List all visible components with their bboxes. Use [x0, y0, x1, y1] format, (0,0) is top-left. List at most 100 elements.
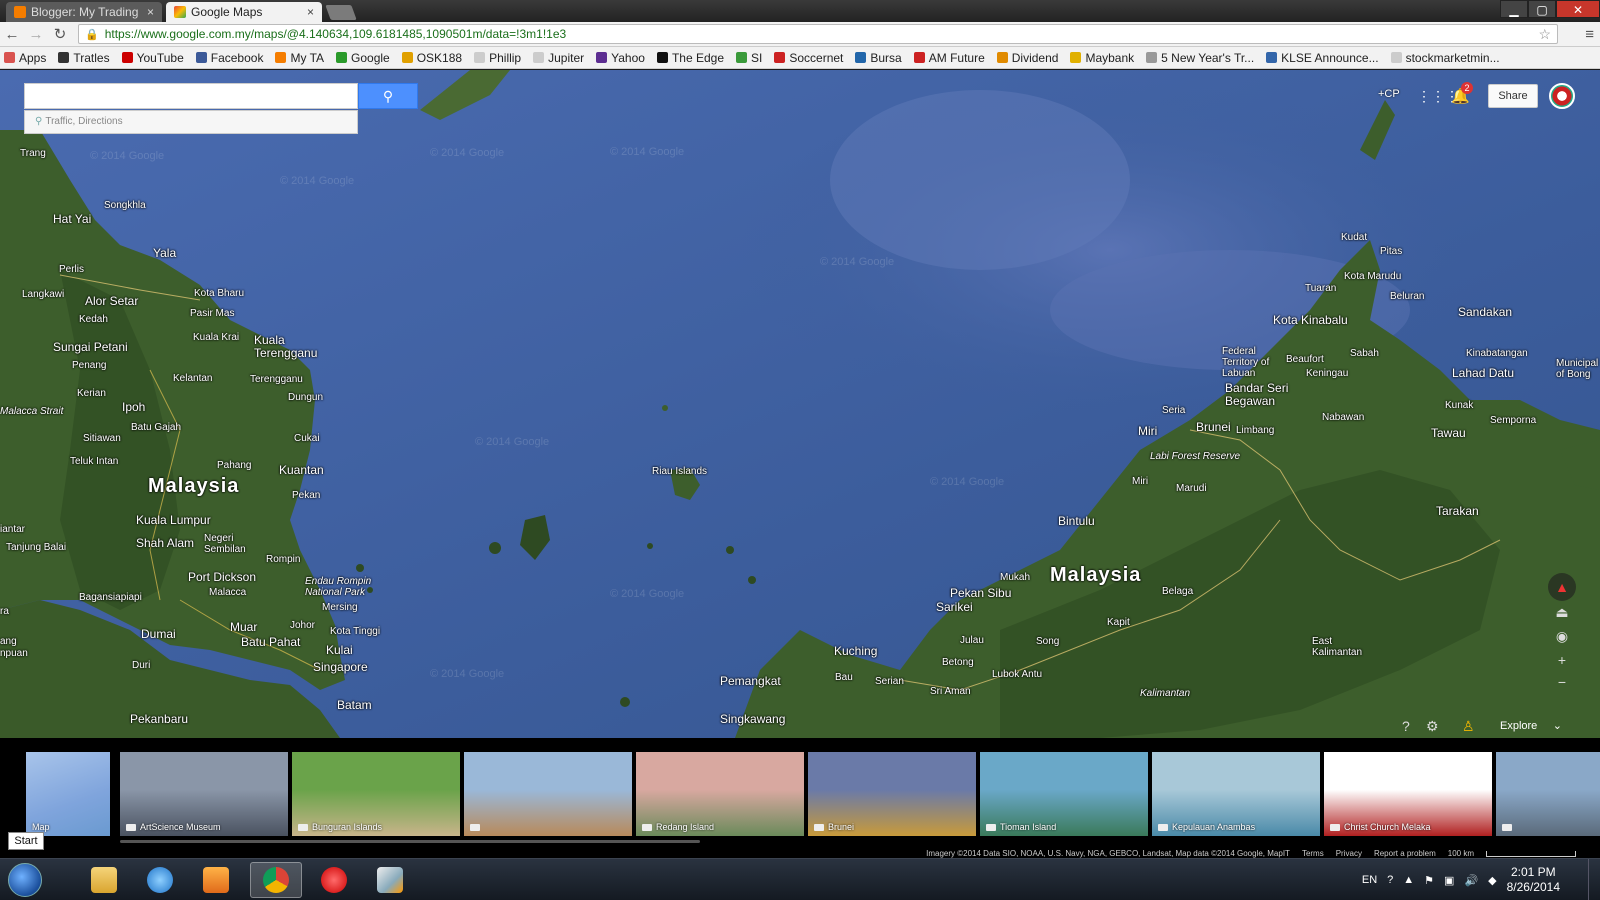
photo-thumbnail[interactable]: Brunei — [808, 752, 976, 836]
bookmark-item[interactable]: Phillip — [474, 51, 521, 65]
bookmark-item[interactable]: Tratles — [58, 51, 110, 65]
photo-thumbnail[interactable] — [1496, 752, 1600, 836]
satellite-map[interactable]: © 2014 Google © 2014 Google © 2014 Googl… — [0, 70, 1600, 738]
bookmark-item[interactable]: YouTube — [121, 51, 184, 65]
bookmark-item[interactable]: AM Future — [913, 50, 985, 65]
photo-thumbnail[interactable]: ArtScience Museum — [120, 752, 288, 836]
bookmark-item[interactable]: My TA — [275, 51, 324, 65]
report-problem-link[interactable]: Report a problem — [1374, 849, 1436, 858]
bookmark-label: Yahoo — [611, 50, 645, 65]
photo-thumbnail[interactable]: Christ Church Melaka — [1324, 752, 1492, 836]
search-input[interactable] — [25, 84, 357, 108]
bookmark-star-icon[interactable]: ☆ — [1538, 26, 1551, 43]
bookmark-item[interactable]: SI — [736, 51, 762, 65]
terms-link[interactable]: Terms — [1302, 849, 1324, 858]
start-button[interactable]: Start — [8, 832, 44, 850]
bookmark-item[interactable]: The Edge — [656, 51, 724, 65]
map-label: Negeri Sembilan — [204, 533, 246, 555]
windows-start-icon[interactable] — [8, 863, 42, 897]
bookmark-item[interactable]: Apps — [4, 51, 46, 65]
maximize-icon[interactable]: ▢ — [1528, 0, 1556, 18]
tab-blogger[interactable]: Blogger: My Trading × — [6, 2, 162, 22]
compass-icon[interactable]: ▲ — [1548, 573, 1576, 601]
user-profile-link[interactable]: +CP — [1378, 88, 1400, 100]
map-label: Bau — [835, 672, 853, 683]
share-button[interactable]: Share — [1488, 84, 1538, 108]
bookmark-item[interactable]: Jupiter — [533, 51, 584, 65]
help-icon[interactable]: ? — [1387, 874, 1393, 886]
bookmark-item[interactable]: Google — [336, 51, 390, 65]
bookmark-item[interactable]: Maybank — [1070, 51, 1134, 65]
flag-icon[interactable]: ⚑ — [1424, 874, 1434, 887]
bookmark-item[interactable]: Yahoo — [596, 51, 645, 65]
close-window-icon[interactable]: ✕ — [1556, 0, 1600, 18]
bookmark-favicon-icon — [336, 52, 348, 63]
reload-icon[interactable]: ↻ — [48, 25, 72, 43]
bookmark-item[interactable]: 5 New Year's Tr... — [1146, 51, 1254, 65]
country-label: Malaysia — [1050, 564, 1142, 586]
url-field[interactable]: 🔒 https://www.google.com.my/maps/@4.1406… — [78, 24, 1558, 44]
bookmark-item[interactable]: stockmarketmin... — [1390, 51, 1500, 65]
bookmark-item[interactable]: Bursa — [855, 51, 902, 65]
bookmark-item[interactable]: Dividend — [996, 51, 1058, 65]
photo-thumbnail[interactable] — [464, 752, 632, 836]
tab-google-maps[interactable]: Google Maps × — [166, 2, 322, 22]
network-icon[interactable]: ▣ — [1444, 874, 1454, 887]
map-label: Batam — [337, 698, 372, 712]
map-label: Kota Kinabalu — [1273, 313, 1348, 327]
close-icon[interactable]: × — [147, 5, 154, 19]
map-label: Sabah — [1350, 348, 1379, 359]
map-label: Federal Territory of Labuan — [1222, 346, 1270, 379]
forward-icon[interactable]: → — [24, 26, 48, 43]
help-icon[interactable]: ? — [1402, 718, 1410, 734]
my-location-icon[interactable]: ◉ — [1554, 628, 1570, 644]
minimize-icon[interactable]: ▁ — [1500, 0, 1528, 18]
zoom-out-icon[interactable]: − — [1554, 674, 1570, 690]
bookmark-item[interactable]: OSK188 — [401, 51, 462, 65]
close-icon[interactable]: × — [307, 5, 314, 19]
bookmark-item[interactable]: Facebook — [195, 50, 264, 65]
back-icon[interactable]: ← — [0, 26, 24, 43]
clock[interactable]: 2:01 PM 8/26/2014 — [1507, 865, 1560, 895]
new-tab-button[interactable] — [325, 5, 357, 20]
volume-icon[interactable]: 🔊 — [1464, 874, 1478, 887]
bookmark-favicon-icon — [474, 52, 486, 63]
tilt-icon[interactable]: ⏏ — [1554, 604, 1570, 620]
settings-gear-icon[interactable]: ⚙ — [1426, 718, 1439, 735]
map-thumbnail[interactable]: Map — [26, 752, 110, 836]
avatar[interactable] — [1549, 83, 1575, 109]
map-label: Singapore — [313, 660, 368, 674]
bookmarks-bar: Apps Tratles YouTube Facebook My TA Google OSK… — [0, 47, 1600, 69]
paint-taskbar-button[interactable] — [364, 862, 416, 898]
pegman-icon[interactable]: ♙ — [1462, 718, 1475, 735]
explore-toggle[interactable]: Explore ⌄ — [1488, 716, 1568, 736]
bookmark-item[interactable]: KLSE Announce... — [1266, 51, 1379, 65]
media-player-taskbar-button[interactable] — [190, 862, 242, 898]
language-indicator[interactable]: EN — [1362, 874, 1377, 886]
privacy-link[interactable]: Privacy — [1336, 849, 1362, 858]
zoom-in-icon[interactable]: + — [1554, 652, 1570, 668]
explorer-taskbar-button[interactable] — [78, 862, 130, 898]
photo-thumbnail[interactable]: Redang Island — [636, 752, 804, 836]
map-label: Shah Alam — [136, 536, 195, 550]
bookmark-item[interactable]: Soccernet — [774, 51, 843, 65]
show-hidden-icons-chevron-icon[interactable]: ▲ — [1403, 874, 1414, 886]
bookmark-label: Facebook — [210, 50, 264, 65]
photo-thumbnail[interactable]: Kepulauan Anambas — [1152, 752, 1320, 836]
photo-thumbnail[interactable]: Bunguran Islands — [292, 752, 460, 836]
ie-taskbar-button[interactable] — [134, 862, 186, 898]
chevron-down-icon: ⌄ — [1552, 720, 1562, 732]
photo-thumbnail[interactable]: Tioman Island — [980, 752, 1148, 836]
thumbnail-caption-text: Brunei — [828, 822, 855, 832]
traffic-directions-link[interactable]: ⚲ Traffic, Directions — [24, 110, 358, 134]
map-label: Lubok Antu — [992, 669, 1043, 680]
dropbox-icon[interactable]: ◆ — [1488, 874, 1496, 887]
search-button[interactable]: ⚲ — [358, 83, 418, 109]
filmstrip-scrollbar[interactable] — [120, 840, 700, 843]
show-desktop-button[interactable] — [1588, 859, 1600, 900]
bookmark-label: AM Future — [928, 50, 985, 65]
chrome-taskbar-button[interactable] — [250, 862, 302, 898]
opera-taskbar-button[interactable] — [308, 862, 360, 898]
menu-icon[interactable]: ≡ — [1585, 26, 1594, 43]
map-label: Kota Marudu — [1344, 271, 1402, 282]
